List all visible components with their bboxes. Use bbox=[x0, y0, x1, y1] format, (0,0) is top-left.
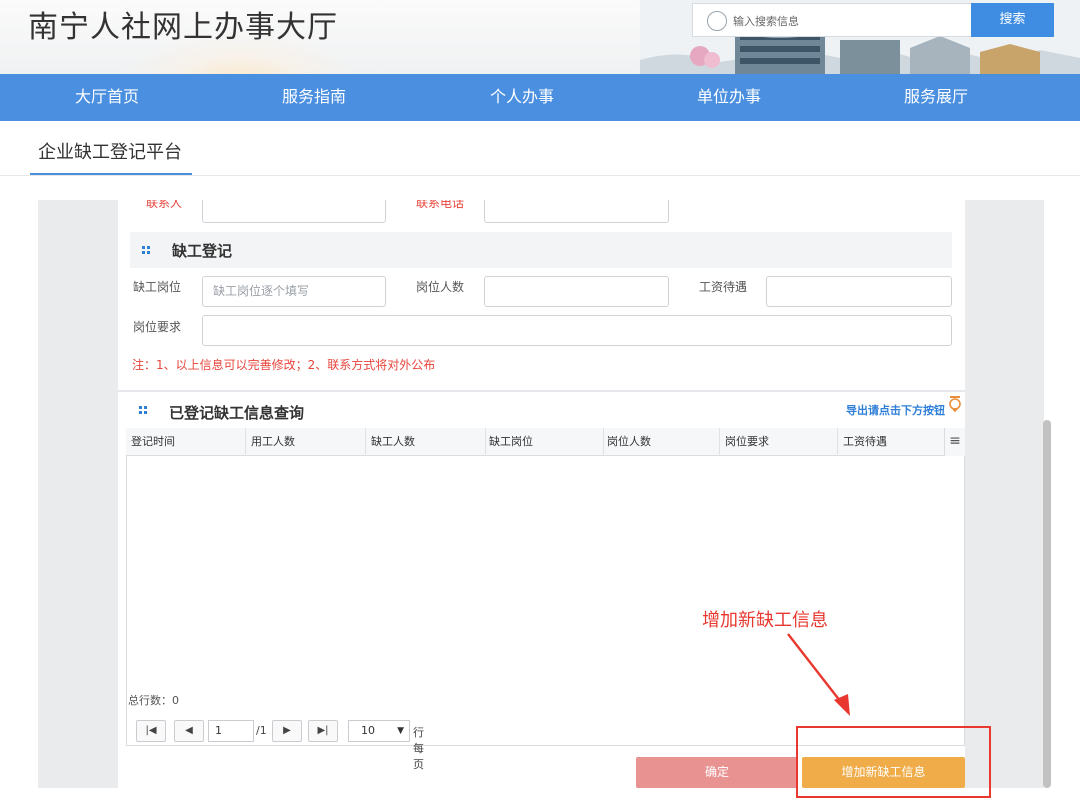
nav-item-home[interactable]: 大厅首页 bbox=[75, 74, 139, 121]
phone-label: 联系电话 bbox=[416, 200, 465, 210]
salary-field[interactable] bbox=[766, 276, 952, 307]
first-page-icon[interactable]: |◀ bbox=[136, 720, 166, 742]
per-page-label: 行每页 bbox=[413, 726, 424, 771]
main-nav: 大厅首页 服务指南 个人办事 单位办事 服务展厅 bbox=[0, 74, 1080, 121]
export-hint: 导出请点击下方按钮 bbox=[846, 404, 945, 417]
shortage-section-title: 缺工登记 bbox=[172, 242, 233, 260]
salary-label: 工资待遇 bbox=[699, 280, 748, 294]
column-header[interactable]: 岗位要求 bbox=[720, 428, 838, 456]
requirement-field[interactable] bbox=[202, 315, 952, 346]
tab-shortage-platform[interactable]: 企业缺工登记平台 bbox=[30, 138, 192, 175]
site-header: 南宁人社网上办事大厅 输入搜索信息 搜索 bbox=[0, 0, 1080, 74]
nav-item-organization[interactable]: 单位办事 bbox=[697, 74, 761, 121]
requirement-label: 岗位要求 bbox=[133, 320, 182, 334]
shortage-section-header: 缺工登记 bbox=[130, 232, 952, 268]
contact-row: 联系人 联系电话 bbox=[118, 200, 965, 226]
column-header[interactable]: 缺工人数 bbox=[366, 428, 486, 456]
chevron-down-icon: ▼ bbox=[397, 726, 404, 736]
section-divider bbox=[118, 390, 965, 392]
position-label: 缺工岗位 bbox=[133, 280, 182, 294]
page-number-input[interactable]: 1 bbox=[208, 720, 254, 742]
total-rows: 总行数：0 bbox=[128, 694, 179, 707]
registered-section-title: 已登记缺工信息查询 bbox=[169, 404, 305, 422]
contact-label: 联系人 bbox=[146, 200, 183, 210]
last-page-icon[interactable]: ▶| bbox=[308, 720, 338, 742]
grid-icon bbox=[139, 406, 147, 414]
export-icon[interactable] bbox=[948, 396, 962, 412]
column-header[interactable]: 工资待遇 bbox=[838, 428, 944, 456]
total-pages: /1 bbox=[256, 724, 267, 737]
page-size-select[interactable]: 10 ▼ bbox=[348, 720, 410, 742]
search-placeholder: 输入搜索信息 bbox=[733, 15, 799, 28]
column-header[interactable]: 用工人数 bbox=[246, 428, 366, 456]
next-page-icon[interactable]: ▶ bbox=[272, 720, 302, 742]
search-button[interactable]: 搜索 bbox=[971, 3, 1054, 37]
prev-page-icon[interactable]: ◀ bbox=[174, 720, 204, 742]
confirm-button[interactable]: 确定 bbox=[636, 757, 798, 788]
platform-tab-bar: 企业缺工登记平台 bbox=[0, 121, 1080, 176]
page-size-value: 10 bbox=[361, 724, 375, 737]
column-menu-icon[interactable]: ≡ bbox=[944, 428, 965, 456]
annotation-arrow-icon bbox=[787, 633, 850, 716]
contact-field[interactable] bbox=[202, 200, 386, 223]
phone-field[interactable] bbox=[484, 200, 669, 223]
column-header[interactable]: 登记时间 bbox=[126, 428, 246, 456]
column-header[interactable]: 缺工岗位 bbox=[484, 428, 604, 456]
nav-item-showroom[interactable]: 服务展厅 bbox=[904, 74, 968, 121]
search-input[interactable]: 输入搜索信息 bbox=[692, 3, 972, 37]
page-scrollbar[interactable] bbox=[1043, 420, 1051, 788]
position-count-label: 岗位人数 bbox=[416, 280, 465, 294]
table-header: 登记时间 用工人数 缺工人数 缺工岗位 岗位人数 岗位要求 工资待遇 bbox=[126, 428, 965, 456]
nav-item-service-guide[interactable]: 服务指南 bbox=[282, 74, 346, 121]
grid-icon bbox=[142, 246, 150, 254]
form-note: 注：1、以上信息可以完善修改；2、联系方式将对外公布 bbox=[132, 358, 436, 372]
search-icon bbox=[707, 11, 727, 31]
column-header[interactable]: 岗位人数 bbox=[602, 428, 720, 456]
annotation-highlight-box bbox=[796, 726, 991, 798]
nav-item-personal[interactable]: 个人办事 bbox=[490, 74, 554, 121]
position-count-field[interactable] bbox=[484, 276, 669, 307]
annotation-callout: 增加新缺工信息 bbox=[702, 610, 828, 631]
position-field[interactable]: 缺工岗位逐个填写 bbox=[202, 276, 386, 307]
site-title: 南宁人社网上办事大厅 bbox=[28, 10, 338, 45]
